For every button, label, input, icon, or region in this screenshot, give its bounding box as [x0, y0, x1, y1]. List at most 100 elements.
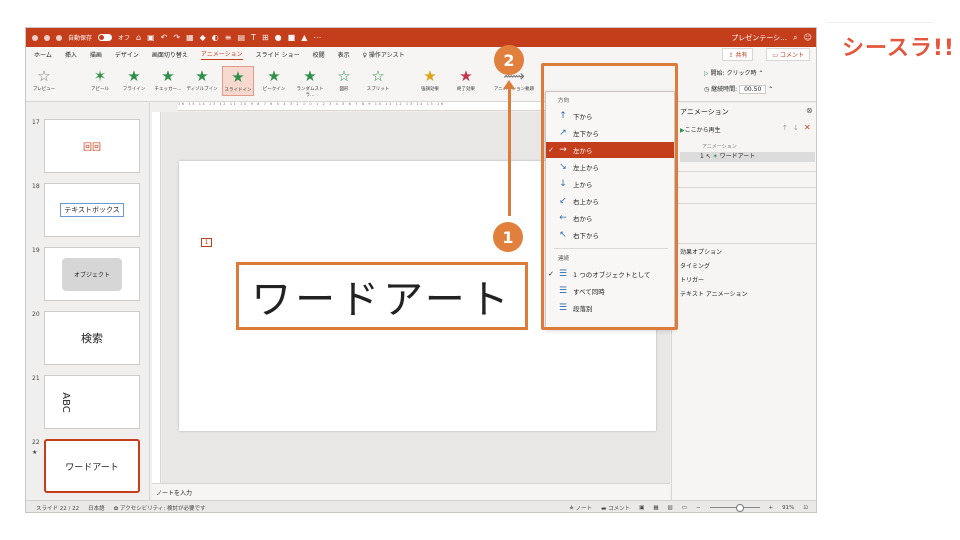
table-icon[interactable]: ▦	[186, 33, 194, 42]
divider	[672, 203, 816, 204]
effect-slide-in[interactable]: ★ スライドイン	[222, 66, 254, 96]
square-icon[interactable]: ■	[288, 33, 296, 42]
step-badge-1: 1	[493, 222, 523, 252]
normal-view-icon[interactable]: ▣	[639, 505, 644, 511]
effect-label: アピール	[91, 87, 109, 92]
undo-icon[interactable]: ↶	[161, 33, 168, 42]
emphasis-button[interactable]: ★ 強調効果	[414, 66, 446, 92]
effect-checkerboard[interactable]: ★ チェッカー…	[152, 66, 184, 92]
circle-icon[interactable]: ●	[275, 33, 282, 42]
slide-thumbnail[interactable]: テキストボックス	[44, 183, 140, 237]
exit-label: 終了効果	[457, 87, 475, 92]
close-window-button[interactable]	[32, 34, 38, 41]
effect-appear[interactable]: ✶ アピール	[84, 66, 116, 92]
sorter-view-icon[interactable]: ▦	[653, 505, 658, 511]
start-value: クリック時	[726, 70, 757, 77]
slide-number: 22	[32, 439, 40, 446]
effect-peek-in[interactable]: ★ ピークイン	[258, 66, 290, 92]
minimize-window-button[interactable]	[44, 34, 50, 41]
tab-view[interactable]: 表示	[338, 50, 350, 59]
slideshow-view-icon[interactable]: ▭	[682, 505, 687, 511]
play-from-button[interactable]: ▶ここから再生	[680, 125, 721, 134]
arrange-icon[interactable]: ⊞	[262, 33, 269, 42]
zoom-slider[interactable]	[709, 504, 760, 512]
effect-fly-in[interactable]: ★ フライイン	[118, 66, 150, 92]
slide-thumbnail[interactable]: オブジェクト	[44, 247, 140, 301]
more-icon[interactable]: ⋯	[313, 33, 321, 42]
duration-control[interactable]: ◷ 継続時間: 00.50 ⌃	[704, 84, 773, 94]
annotation-arrow-line	[508, 84, 511, 216]
effect-shape[interactable]: ☆ 図形	[328, 66, 360, 92]
move-up-icon[interactable]: ↑	[782, 124, 788, 132]
highlight-wordart-box	[235, 261, 527, 329]
zoom-level[interactable]: 91%	[782, 505, 794, 511]
anim-list-item[interactable]: 1 ↖ ✶ ワードアート	[680, 152, 815, 162]
fill-icon[interactable]: ◐	[212, 33, 219, 42]
star-icon: ★	[161, 67, 175, 85]
text-icon[interactable]: T	[251, 33, 256, 42]
text-animation-section[interactable]: テキスト アニメーション	[680, 289, 748, 298]
tab-insert[interactable]: 挿入	[65, 50, 77, 59]
thumb-text: テキストボックス	[60, 203, 124, 217]
share-button[interactable]: ⇪ 共有	[722, 48, 754, 61]
close-icon[interactable]: ⊗	[806, 106, 813, 115]
effect-label: ランダムストラ…	[296, 87, 324, 98]
tab-transitions[interactable]: 画面切り替え	[152, 50, 188, 59]
zoom-window-button[interactable]	[56, 34, 62, 41]
notes-toggle[interactable]: ≙ ノート	[569, 504, 592, 512]
effect-random-bars[interactable]: ★ ランダムストラ…	[294, 66, 326, 98]
zoom-out-icon[interactable]: −	[696, 505, 701, 511]
redo-icon[interactable]: ↷	[173, 33, 180, 42]
tab-slideshow[interactable]: スライド ショー	[256, 50, 300, 59]
account-icon[interactable]: ☺	[804, 33, 812, 42]
slide-thumbnail-selected[interactable]: ワードアート	[44, 439, 140, 493]
move-down-icon[interactable]: ↓	[793, 124, 799, 132]
search-icon[interactable]: ⌕	[793, 33, 797, 42]
comments-toggle[interactable]: ▬ コメント	[601, 504, 630, 512]
star-icon: ★	[459, 67, 473, 85]
effect-label: ピークイン	[262, 87, 286, 92]
duration-value: 00.50	[739, 85, 767, 94]
align-icon[interactable]: ≡	[225, 33, 232, 42]
star-icon: ★	[231, 68, 245, 86]
triangle-icon[interactable]: ▲	[301, 33, 307, 42]
highlight-dropdown-box	[541, 63, 678, 330]
animation-order-tag[interactable]: 1	[201, 238, 212, 247]
timing-section[interactable]: タイミング	[680, 261, 710, 270]
tab-home[interactable]: ホーム	[34, 50, 52, 59]
tab-draw[interactable]: 描画	[90, 50, 102, 59]
home-icon[interactable]: ⌂	[136, 33, 141, 42]
slide-thumbnail[interactable]: 検索	[44, 311, 140, 365]
reading-view-icon[interactable]: ▥	[668, 505, 673, 511]
delete-icon[interactable]: ✕	[804, 123, 811, 132]
notes-label: ノート	[575, 505, 593, 512]
grid-icon[interactable]: ▤	[237, 33, 245, 42]
preview-icon: ☆	[37, 67, 51, 85]
effect-options-section[interactable]: 効果オプション	[680, 247, 722, 256]
tab-review[interactable]: 校閲	[313, 50, 325, 59]
accessibility-status[interactable]: ✿ アクセシビリティ: 検討が必要です	[114, 504, 206, 512]
tab-animations[interactable]: アニメーション	[200, 49, 243, 60]
comment-button[interactable]: ▭ コメント	[766, 48, 810, 61]
exit-button[interactable]: ★ 終了効果	[450, 66, 482, 92]
preview-button[interactable]: ☆ プレビュー	[28, 66, 60, 92]
star-icon: ✶	[93, 67, 107, 85]
slide-thumbnail[interactable]: 回回	[44, 119, 140, 173]
zoom-in-icon[interactable]: +	[769, 505, 774, 511]
trigger-section[interactable]: トリガー	[680, 275, 704, 284]
comments-label: コメント	[608, 505, 631, 512]
save-icon[interactable]: ▣	[147, 33, 155, 42]
effect-split[interactable]: ☆ スプリット	[362, 66, 394, 92]
effect-label: チェッカー…	[154, 87, 182, 92]
notes-input[interactable]: ノートを入力	[152, 483, 670, 500]
language-indicator[interactable]: 日本語	[88, 504, 105, 512]
shapes-icon[interactable]: ◆	[200, 33, 206, 42]
effect-dissolve-in[interactable]: ★ ディゾルブイン	[186, 66, 218, 92]
slide-thumbnail[interactable]: ABC	[44, 375, 140, 429]
tab-tell-me[interactable]: ♀ 操作アシスト	[363, 50, 405, 59]
fit-to-window-icon[interactable]: ⊡	[803, 505, 808, 511]
start-control[interactable]: ▷ 開始: クリック時 ⌃	[704, 68, 763, 77]
tab-design[interactable]: デザイン	[115, 50, 139, 59]
brand-logo: シースラ!!	[842, 36, 955, 61]
autosave-toggle[interactable]	[98, 34, 113, 41]
